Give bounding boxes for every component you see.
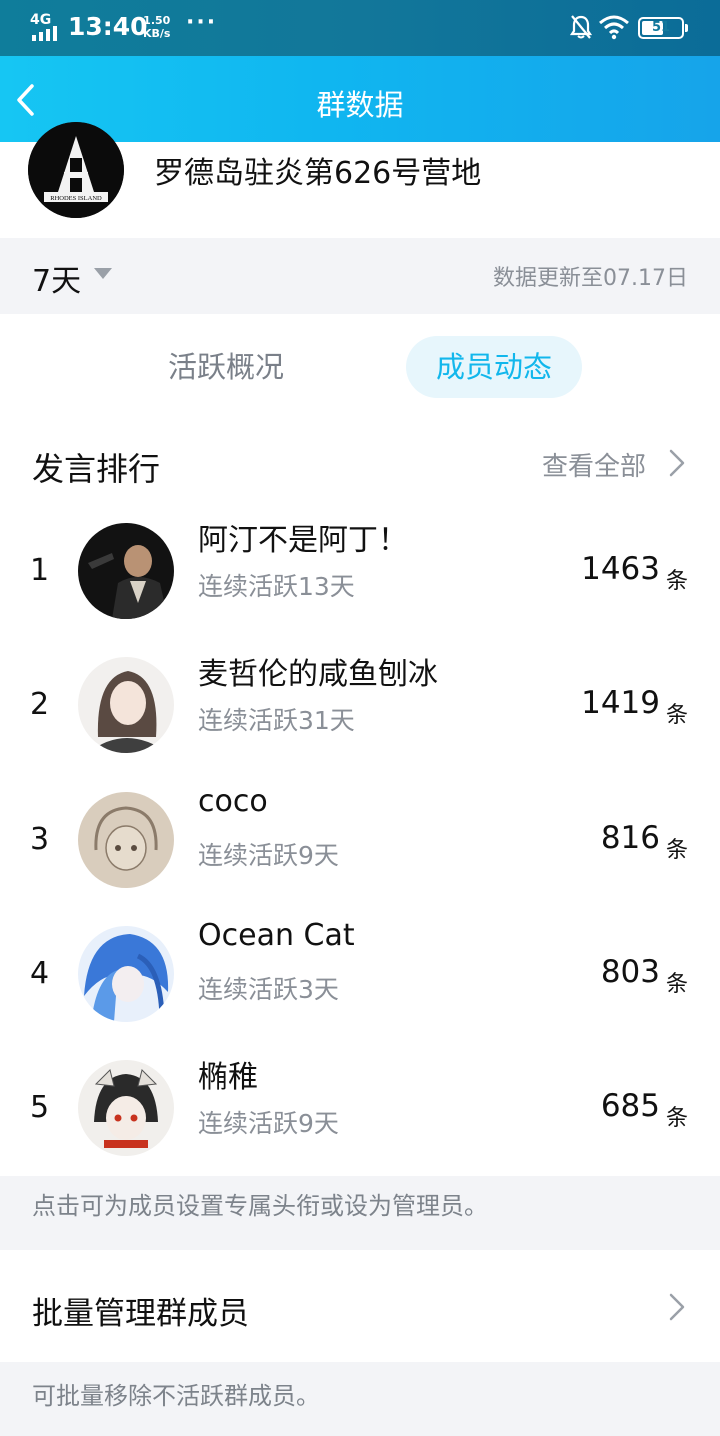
member-name: coco: [198, 784, 268, 819]
message-unit: 条: [665, 569, 688, 594]
avatar: [78, 657, 174, 753]
caret-down-icon[interactable]: [94, 268, 112, 279]
member-name: 阿汀不是阿丁！: [198, 523, 408, 558]
section-title-speaking-rank: 发言排行: [32, 450, 161, 488]
member-streak: 连续活跃9天: [198, 841, 339, 870]
update-note: 数据更新至07.17日: [493, 266, 688, 291]
message-unit: 条: [665, 972, 688, 997]
message-count: 1463: [581, 551, 660, 587]
tab-member-activity[interactable]: 成员动态: [406, 336, 582, 398]
battery-level: 51: [651, 20, 671, 35]
more-notifications-icon: ···: [186, 10, 218, 35]
member-name: 麦哲伦的咸鱼刨冰: [198, 657, 438, 692]
status-bar: 4G 13:40 1.50 KB/s ··· 51: [0, 0, 720, 56]
logo-text: RHODES ISLAND: [50, 195, 102, 202]
message-unit: 条: [665, 838, 688, 863]
rhodes-island-logo: RHODES ISLAND: [28, 122, 124, 218]
list-item[interactable]: 4 Ocean Cat 连续活跃3天 803 条: [0, 918, 720, 1060]
message-count: 1419: [581, 685, 660, 721]
page-title: 群数据: [316, 88, 404, 122]
speed-unit: KB/s: [143, 27, 171, 40]
rank-number: 2: [30, 687, 50, 722]
member-name: 椭稚: [198, 1060, 258, 1095]
avatar: [78, 926, 174, 1022]
message-count: 816: [600, 820, 660, 856]
chevron-right-icon[interactable]: [668, 1292, 686, 1322]
signal-icon: [32, 26, 57, 41]
batch-manage-hint: 可批量移除不活跃群成员。: [32, 1382, 320, 1410]
period-selector[interactable]: 7天: [32, 256, 81, 300]
battery-icon: 51: [638, 17, 688, 39]
avatar: [78, 792, 174, 888]
message-unit: 条: [665, 1106, 688, 1131]
member-streak: 连续活跃13天: [198, 572, 355, 601]
member-streak: 连续活跃31天: [198, 706, 355, 735]
rank-number: 5: [30, 1090, 50, 1125]
status-time: 13:40: [68, 12, 148, 41]
speed-value: 1.50: [143, 14, 171, 27]
avatar: [78, 1060, 174, 1156]
chevron-right-icon[interactable]: [668, 448, 686, 478]
list-item[interactable]: 5 椭稚 连续活跃9天 685 条: [0, 1060, 720, 1194]
avatar: [78, 523, 174, 619]
member-streak: 连续活跃3天: [198, 975, 339, 1004]
list-item[interactable]: 1 阿汀不是阿丁！ 连续活跃13天 1463 条: [0, 523, 720, 657]
batch-manage-label[interactable]: 批量管理群成员: [32, 1288, 249, 1333]
view-all-link[interactable]: 查看全部: [542, 446, 646, 483]
member-name: Ocean Cat: [198, 918, 355, 953]
set-title-hint: 点击可为成员设置专属头衔或设为管理员。: [32, 1192, 488, 1220]
rank-number: 3: [30, 822, 50, 857]
tab-activity-overview[interactable]: 活跃概况: [138, 336, 314, 398]
rank-number: 1: [30, 553, 50, 588]
wifi-icon: [599, 15, 629, 40]
group-name: 罗德岛驻炎第626号营地: [154, 156, 482, 191]
rank-number: 4: [30, 956, 50, 991]
list-item[interactable]: 3 coco 连续活跃9天 816 条: [0, 784, 720, 926]
member-streak: 连续活跃9天: [198, 1109, 339, 1138]
message-count: 803: [600, 954, 660, 990]
list-item[interactable]: 2 麦哲伦的咸鱼刨冰 连续活跃31天 1419 条: [0, 657, 720, 791]
bell-muted-icon: [570, 15, 592, 39]
group-avatar: RHODES ISLAND: [28, 122, 124, 218]
message-count: 685: [600, 1088, 660, 1124]
message-unit: 条: [665, 703, 688, 728]
network-speed: 1.50 KB/s: [143, 14, 170, 40]
